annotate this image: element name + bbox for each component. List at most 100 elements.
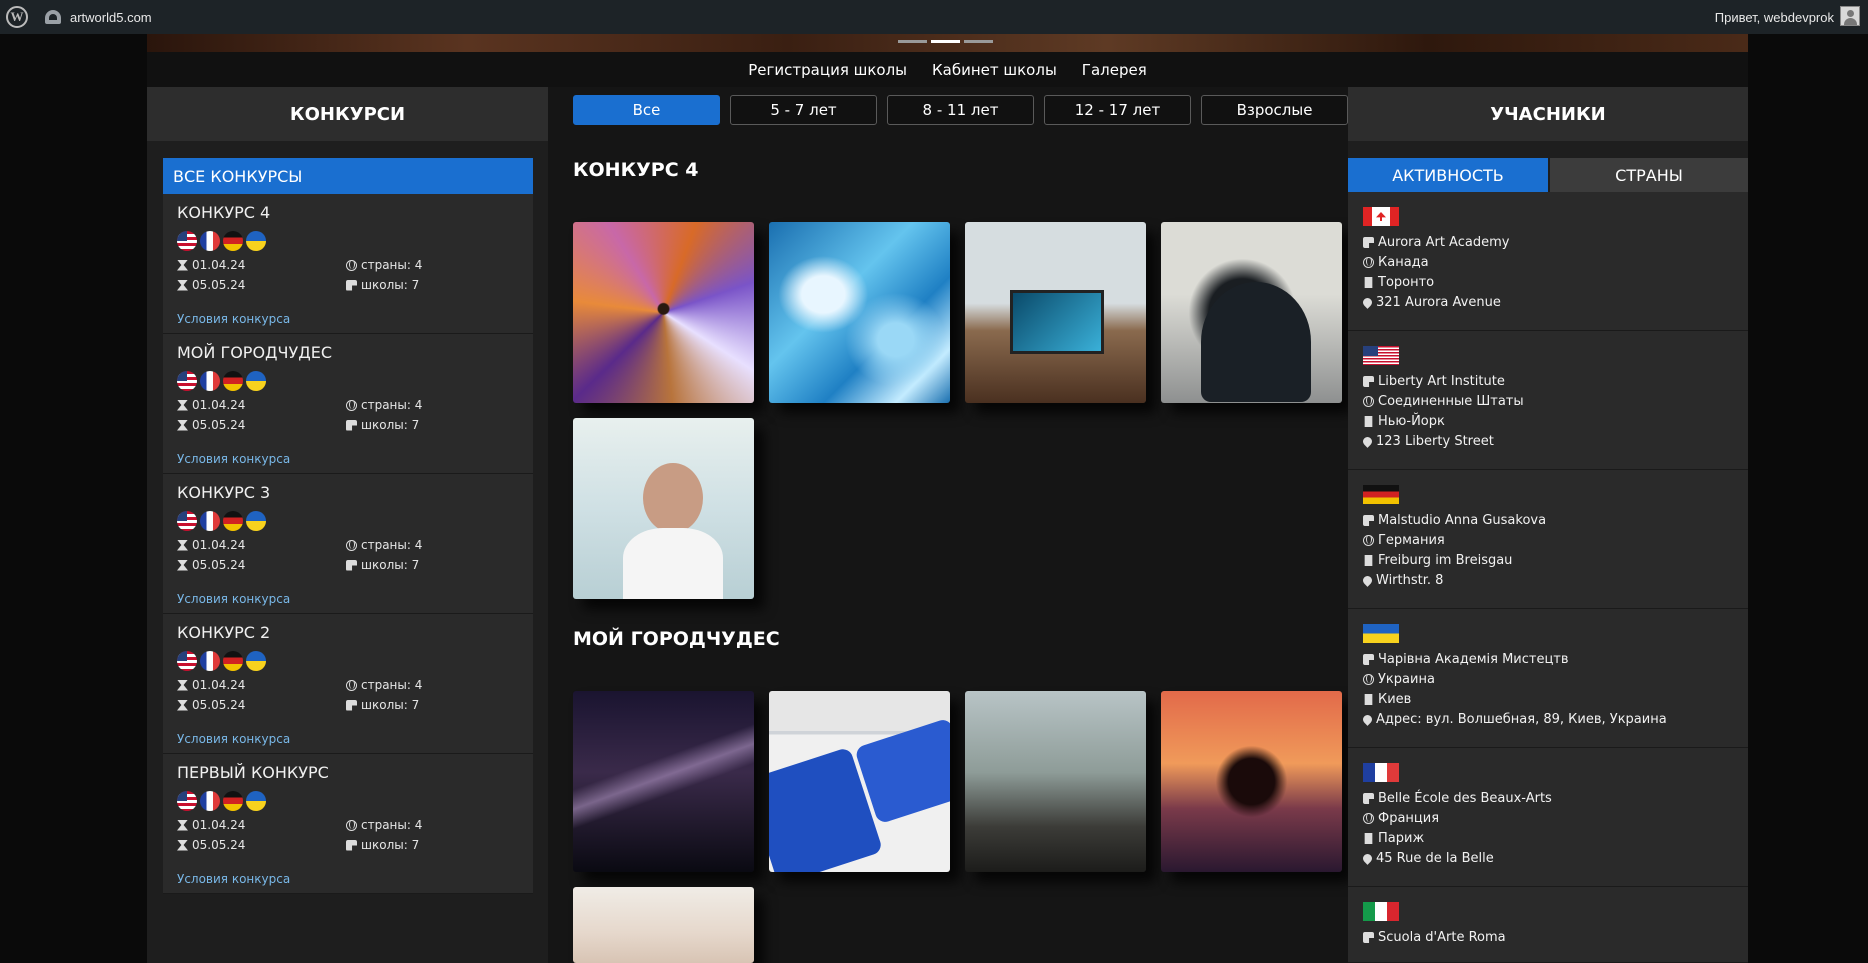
filter-8-11[interactable]: 8 - 11 лет: [887, 95, 1034, 125]
france-flag-icon: [200, 651, 220, 671]
schools-value: школы: 7: [361, 558, 420, 572]
city-name: Париж: [1378, 831, 1425, 846]
contest-title[interactable]: КОНКУРС 2: [177, 623, 270, 642]
countries-value: страны: 4: [361, 818, 423, 832]
contest-conditions-link[interactable]: Условия конкурса: [177, 732, 290, 746]
country-line: Германия: [1363, 533, 1445, 548]
city-line: Киев: [1363, 692, 1411, 707]
map-pin-icon: [1361, 296, 1374, 309]
canada-flag-icon: [1363, 207, 1399, 226]
contest-conditions-link[interactable]: Условия конкурса: [177, 872, 290, 886]
contest-card[interactable]: МОЙ ГОРОДЧУДЕС 01.04.24 05.05.24 страны:…: [163, 334, 533, 474]
contest-title[interactable]: МОЙ ГОРОДЧУДЕС: [177, 343, 332, 362]
address-line: 45 Rue de la Belle: [1361, 851, 1494, 866]
schools-value: школы: 7: [361, 418, 420, 432]
slider-dot-3[interactable]: [964, 40, 993, 43]
nav-register-school[interactable]: Регистрация школы: [748, 61, 907, 79]
participant-card[interactable]: Чарівна Академія Мистецтв Украина Киев А…: [1348, 609, 1748, 748]
contest-card[interactable]: ПЕРВЫЙ КОНКУРС 01.04.24 05.05.24 страны:…: [163, 754, 533, 894]
address: 321 Aurora Avenue: [1376, 295, 1501, 310]
city-name: Торонто: [1378, 275, 1435, 290]
globe-icon: [346, 679, 357, 691]
city-line: Нью-Йорк: [1363, 414, 1445, 429]
artwork-desk-monitor[interactable]: [965, 222, 1146, 403]
country-name: Германия: [1378, 533, 1445, 548]
tab-countries[interactable]: СТРАНЫ: [1548, 158, 1748, 192]
contest-title[interactable]: ПЕРВЫЙ КОНКУРС: [177, 763, 329, 782]
artwork-eu-keyboard[interactable]: [769, 691, 950, 872]
schools-value: школы: 7: [361, 698, 420, 712]
usa-flag-icon: [177, 511, 197, 531]
filter-5-7[interactable]: 5 - 7 лет: [730, 95, 877, 125]
ukraine-flag-icon: [246, 511, 266, 531]
contest-card[interactable]: КОНКУРС 2 01.04.24 05.05.24 страны: 4 шк…: [163, 614, 533, 754]
country-line: Соединенные Штаты: [1363, 394, 1524, 409]
start-date: 01.04.24: [177, 818, 245, 832]
country-line: Украина: [1363, 672, 1435, 687]
germany-flag-icon: [223, 511, 243, 531]
participant-card[interactable]: Scuola d'Arte Roma: [1348, 887, 1748, 963]
filter-all[interactable]: Все: [573, 95, 720, 125]
countries-count: страны: 4: [346, 678, 422, 692]
greeting[interactable]: Привет, webdevprok: [1715, 0, 1834, 34]
end-date-value: 05.05.24: [192, 278, 246, 292]
school-line: Чарівна Академія Мистецтв: [1363, 652, 1569, 667]
school-line: Malstudio Anna Gusakova: [1363, 513, 1546, 528]
country-name: Канада: [1378, 255, 1429, 270]
usa-flag-icon: [177, 651, 197, 671]
participant-card[interactable]: Malstudio Anna Gusakova Германия Freibur…: [1348, 470, 1748, 609]
participant-card[interactable]: Liberty Art Institute Соединенные Штаты …: [1348, 331, 1748, 470]
start-date: 01.04.24: [177, 678, 245, 692]
all-contests-button[interactable]: ВСЕ КОНКУРСЫ: [163, 158, 533, 194]
artwork-butterfly[interactable]: [573, 222, 754, 403]
schools-count: школы: 7: [346, 698, 419, 712]
gallery-panel: Все 5 - 7 лет 8 - 11 лет 12 - 17 лет Взр…: [548, 87, 1348, 963]
usa-flag-icon: [177, 371, 197, 391]
dashboard-icon: [45, 10, 61, 24]
contest-conditions-link[interactable]: Условия конкурса: [177, 452, 290, 466]
contest-card[interactable]: КОНКУРС 3 01.04.24 05.05.24 страны: 4 шк…: [163, 474, 533, 614]
contest-conditions-link[interactable]: Условия конкурса: [177, 312, 290, 326]
artwork-blue-paint[interactable]: [769, 222, 950, 403]
france-flag-icon: [200, 791, 220, 811]
site-name-link[interactable]: artworld5.com: [45, 10, 152, 25]
artwork-smiling-woman[interactable]: [573, 418, 754, 599]
wordpress-logo-icon[interactable]: W: [6, 6, 28, 28]
contest-title[interactable]: КОНКУРС 4: [177, 203, 270, 222]
teacher-icon: [1363, 654, 1374, 665]
address: Адрес: вул. Волшебная, 89, Киев, Украина: [1376, 712, 1667, 727]
nav-gallery[interactable]: Галерея: [1082, 61, 1147, 79]
globe-icon: [1363, 396, 1374, 407]
filter-12-17[interactable]: 12 - 17 лет: [1044, 95, 1191, 125]
participants-tabs: АКТИВНОСТЬ СТРАНЫ: [1348, 158, 1748, 192]
schools-count: школы: 7: [346, 558, 419, 572]
italy-flag-icon: [1363, 902, 1399, 921]
teacher-icon: [1363, 237, 1374, 248]
avatar[interactable]: [1840, 6, 1860, 26]
country-name: Украина: [1378, 672, 1435, 687]
slider-dot-1[interactable]: [898, 40, 927, 43]
slider-dot-2[interactable]: [931, 40, 960, 43]
participant-card[interactable]: Aurora Art Academy Канада Торонто 321 Au…: [1348, 192, 1748, 331]
contest-card[interactable]: КОНКУРС 4 01.04.24 05.05.24 страны: 4 шк…: [163, 194, 533, 334]
contest-title[interactable]: КОНКУРС 3: [177, 483, 270, 502]
end-date: 05.05.24: [177, 558, 245, 572]
germany-flag-icon: [223, 651, 243, 671]
address-line: 123 Liberty Street: [1361, 434, 1494, 449]
artwork-person-at-desk[interactable]: [1161, 222, 1342, 403]
artwork-office-meeting[interactable]: [965, 691, 1146, 872]
countries-count: страны: 4: [346, 398, 422, 412]
nav-school-cabinet[interactable]: Кабинет школы: [932, 61, 1057, 79]
end-date-value: 05.05.24: [192, 418, 246, 432]
artwork-group-photo[interactable]: [573, 887, 754, 963]
artwork-sunset-tree[interactable]: [1161, 691, 1342, 872]
participant-card[interactable]: Belle École des Beaux-Arts Франция Париж…: [1348, 748, 1748, 887]
artwork-milky-way[interactable]: [573, 691, 754, 872]
contest-conditions-link[interactable]: Условия конкурса: [177, 592, 290, 606]
filter-adults[interactable]: Взрослые: [1201, 95, 1348, 125]
france-flag-icon: [200, 371, 220, 391]
school-line: Belle École des Beaux-Arts: [1363, 791, 1552, 806]
globe-icon: [1363, 813, 1374, 824]
countries-value: страны: 4: [361, 678, 423, 692]
tab-activity[interactable]: АКТИВНОСТЬ: [1348, 158, 1548, 192]
